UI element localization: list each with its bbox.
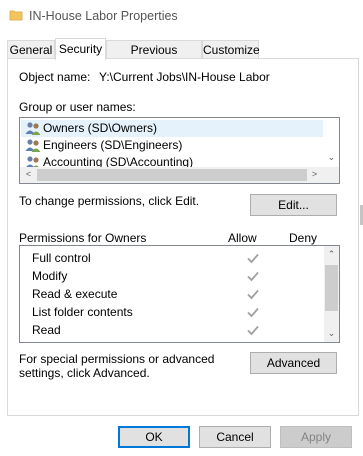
- users-group-icon: [25, 139, 41, 152]
- checkmark-icon: [247, 271, 259, 282]
- permission-row-read: Read: [32, 321, 322, 339]
- security-panel: Object name: Y:\Current Jobs\IN-House La…: [7, 58, 359, 416]
- tab-previous-versions[interactable]: Previous Versions: [106, 40, 202, 71]
- tab-label: Customize: [203, 43, 260, 57]
- permission-row-full-control: Full control: [32, 249, 322, 267]
- object-name-value: Y:\Current Jobs\IN-House Labor: [99, 70, 270, 84]
- folder-icon: [9, 10, 23, 21]
- checkmark-icon: [247, 325, 259, 336]
- scroll-up-icon[interactable]: ⌃: [324, 247, 339, 262]
- checkmark-icon: [247, 307, 259, 318]
- edit-button[interactable]: Edit...: [250, 194, 337, 216]
- vertical-scroll-thumb[interactable]: [325, 265, 338, 311]
- list-item-label: Owners (SD\Owners): [43, 121, 158, 135]
- object-name-label: Object name:: [19, 70, 91, 84]
- checkmark-icon: [247, 253, 259, 264]
- group-list-vertical-scrollbar[interactable]: ⌄: [324, 118, 339, 167]
- allow-column-header: Allow: [228, 231, 257, 245]
- group-names-label: Group or user names:: [19, 100, 136, 114]
- checkmark-icon: [247, 289, 259, 300]
- permissions-header: Permissions for Owners: [19, 231, 147, 245]
- permissions-vertical-scrollbar[interactable]: ⌃ ⌄: [324, 246, 339, 342]
- scroll-right-icon[interactable]: >: [307, 167, 322, 182]
- cancel-button[interactable]: Cancel: [199, 426, 271, 448]
- tab-label: General: [9, 43, 53, 57]
- list-item-engineers[interactable]: Engineers (SD\Engineers): [21, 137, 323, 154]
- horizontal-scroll-thumb[interactable]: [37, 169, 307, 181]
- scroll-down-icon[interactable]: ⌄: [324, 326, 339, 341]
- permission-row-read-execute: Read & execute: [32, 285, 322, 303]
- tab-customize[interactable]: Customize: [202, 40, 260, 59]
- permission-row-modify: Modify: [32, 267, 322, 285]
- permission-label: Read & execute: [32, 287, 118, 301]
- group-list-horizontal-scrollbar[interactable]: < >: [20, 167, 339, 183]
- permission-label: Read: [32, 323, 61, 337]
- deny-column-header: Deny: [289, 231, 318, 245]
- apply-button[interactable]: Apply: [280, 426, 352, 448]
- tab-strip: General Security Previous Versions Custo…: [0, 38, 363, 71]
- window-title: IN-House Labor Properties: [29, 9, 178, 23]
- permissions-list[interactable]: Full control Modify Read & execute List …: [19, 245, 340, 343]
- tab-security[interactable]: Security: [55, 38, 106, 60]
- tab-label: Security: [58, 42, 103, 56]
- list-item-owners[interactable]: Owners (SD\Owners): [21, 120, 323, 137]
- title-bar: IN-House Labor Properties: [0, 0, 363, 32]
- permission-label: Full control: [32, 251, 91, 265]
- ok-button[interactable]: OK: [118, 426, 190, 448]
- group-user-list[interactable]: Owners (SD\Owners) Engineers (SD\Enginee…: [19, 117, 340, 184]
- scroll-down-icon[interactable]: ⌄: [324, 150, 339, 165]
- permission-label: Modify: [32, 269, 68, 283]
- advanced-button[interactable]: Advanced: [250, 352, 337, 374]
- scroll-left-icon[interactable]: <: [21, 167, 36, 182]
- permission-row-list-folder-contents: List folder contents: [32, 303, 322, 321]
- users-group-icon: [25, 122, 41, 135]
- permission-label: List folder contents: [32, 305, 133, 319]
- change-permissions-text: To change permissions, click Edit.: [19, 194, 200, 208]
- special-permissions-text: For special permissions or advanced sett…: [19, 352, 215, 380]
- tab-general[interactable]: General: [7, 40, 55, 59]
- list-item-label: Engineers (SD\Engineers): [43, 138, 183, 152]
